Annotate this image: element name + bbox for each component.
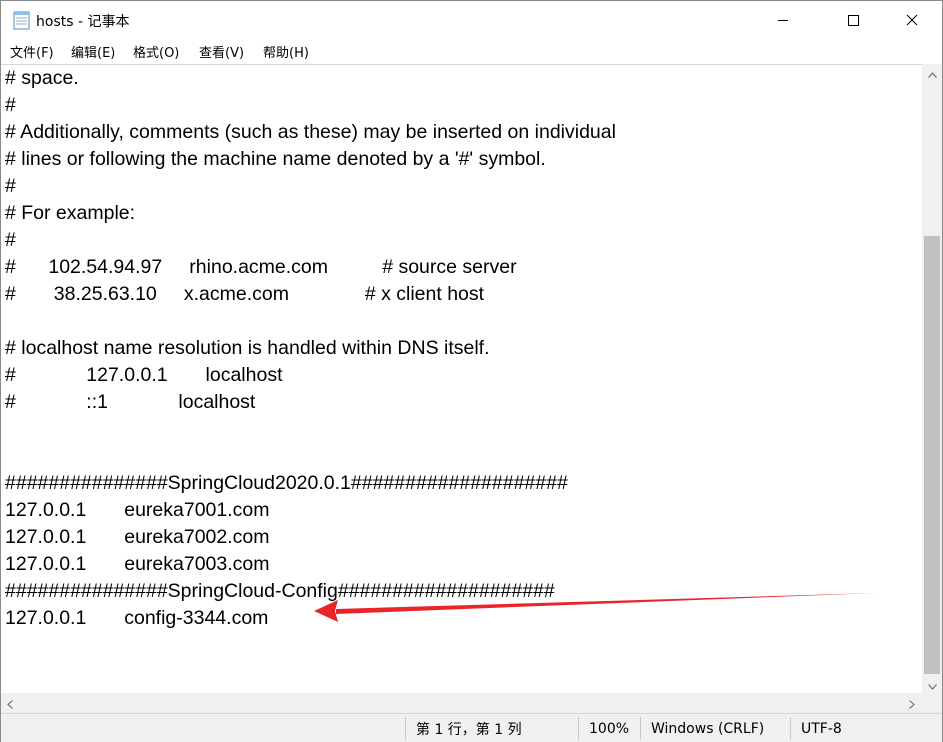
vertical-scrollbar[interactable] bbox=[922, 64, 942, 693]
editor-line: # 38.25.63.10 x.acme.com # x client host bbox=[5, 283, 485, 305]
title-bar[interactable]: hosts - 记事本 bbox=[1, 1, 942, 39]
editor-line: # 127.0.0.1 localhost bbox=[5, 364, 283, 386]
editor-line: # bbox=[5, 229, 16, 251]
editor-line: # bbox=[5, 94, 16, 116]
chevron-left-icon bbox=[6, 694, 13, 713]
minimize-icon bbox=[777, 11, 789, 30]
scroll-down-button[interactable] bbox=[922, 676, 942, 693]
scroll-right-button[interactable] bbox=[903, 693, 920, 713]
menu-format[interactable]: 格式(O) bbox=[132, 42, 180, 61]
editor-line: # localhost name resolution is handled w… bbox=[5, 337, 490, 359]
chevron-down-icon bbox=[927, 675, 937, 694]
chevron-right-icon bbox=[908, 694, 915, 713]
zoom-level: 100% bbox=[589, 720, 630, 737]
editor-line: # ::1 localhost bbox=[5, 391, 256, 413]
menu-bar: 文件(F) 编辑(E) 格式(O) 查看(V) 帮助(H) bbox=[1, 39, 942, 63]
status-divider bbox=[640, 717, 641, 740]
cursor-position: 第 1 行，第 1 列 bbox=[416, 721, 522, 738]
chevron-up-icon bbox=[927, 63, 937, 82]
notepad-icon bbox=[13, 10, 31, 30]
status-bar: 第 1 行，第 1 列 100% Windows (CRLF) UTF-8 bbox=[1, 713, 942, 742]
menu-help[interactable]: 帮助(H) bbox=[262, 42, 310, 61]
close-button[interactable] bbox=[889, 1, 935, 39]
menu-file[interactable]: 文件(F) bbox=[9, 42, 55, 61]
editor-line: 127.0.0.1 eureka7001.com bbox=[5, 499, 270, 521]
editor-line: 127.0.0.1 eureka7003.com bbox=[5, 553, 270, 575]
editor-line: 127.0.0.1 eureka7002.com bbox=[5, 526, 270, 548]
window-title: hosts - 记事本 bbox=[36, 14, 130, 30]
editor-line: # For example: bbox=[5, 202, 136, 224]
status-divider bbox=[790, 717, 791, 740]
notepad-window: hosts - 记事本 文件(F) 编辑(E) 格式(O) 查看(V) 帮助(H… bbox=[0, 0, 943, 742]
scrollbar-corner bbox=[922, 693, 942, 713]
vertical-scroll-thumb[interactable] bbox=[924, 236, 940, 674]
line-ending: Windows (CRLF) bbox=[651, 720, 765, 737]
status-divider bbox=[578, 717, 579, 740]
menu-edit[interactable]: 编辑(E) bbox=[70, 42, 116, 61]
horizontal-scrollbar[interactable] bbox=[1, 693, 922, 713]
editor-line: ###############SpringCloud2020.0.1######… bbox=[5, 472, 568, 494]
editor-line: # lines or following the machine name de… bbox=[5, 148, 546, 170]
text-editor[interactable]: # space. # # Additionally, comments (suc… bbox=[1, 64, 922, 693]
editor-line: # 102.54.94.97 rhino.acme.com # source s… bbox=[5, 256, 517, 278]
menu-view[interactable]: 查看(V) bbox=[198, 42, 245, 61]
editor-line: # Additionally, comments (such as these)… bbox=[5, 121, 616, 143]
scroll-left-button[interactable] bbox=[1, 693, 18, 713]
editor-line: # bbox=[5, 175, 16, 197]
maximize-button[interactable] bbox=[830, 1, 876, 39]
minimize-button[interactable] bbox=[760, 1, 806, 39]
status-divider bbox=[405, 717, 406, 740]
close-icon bbox=[906, 11, 918, 30]
editor-line: # space. bbox=[5, 67, 79, 89]
scroll-up-button[interactable] bbox=[922, 64, 942, 81]
maximize-icon bbox=[847, 11, 859, 30]
editor-line: 127.0.0.1 config-3344.com bbox=[5, 607, 269, 629]
editor-line: ###############SpringCloud-Config#######… bbox=[5, 580, 555, 602]
encoding: UTF-8 bbox=[801, 720, 842, 737]
